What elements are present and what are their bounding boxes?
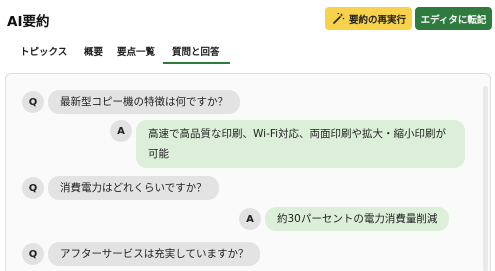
- copy-to-editor-button[interactable]: エディタに転記: [415, 7, 492, 30]
- tab-bar: トピックス 概要 要点一覧 質問と回答: [0, 38, 495, 64]
- magic-wand-icon: [332, 12, 345, 25]
- question-marker: Q: [22, 243, 44, 265]
- vertical-scrollbar[interactable]: [483, 86, 488, 271]
- question-marker: Q: [22, 91, 44, 113]
- tab-qa[interactable]: 質問と回答: [172, 44, 220, 58]
- question-bubble: 消費電力はどれくらいですか？: [48, 176, 219, 200]
- question-bubble: 最新型コピー機の特徴は何ですか？: [48, 90, 240, 114]
- answer-bubble: 約30パーセントの電力消費量削減: [265, 207, 450, 231]
- tab-topics[interactable]: トピックス: [20, 44, 67, 58]
- answer-bubble: 高速で高品質な印刷、Wi-Fi対応、両面印刷や拡大・縮小印刷が可能: [136, 120, 465, 168]
- rerun-summary-button[interactable]: 要約の再実行: [325, 7, 412, 30]
- qa-panel: Q 最新型コピー機の特徴は何ですか？ A 高速で高品質な印刷、Wi-Fi対応、両…: [5, 73, 491, 271]
- question-bubble: アフターサービスは充実していますか？: [48, 242, 261, 266]
- header: AI要約 要約の再実行 エディタに転記: [0, 0, 495, 36]
- rerun-summary-label: 要約の再実行: [349, 14, 407, 26]
- question-marker: Q: [22, 177, 44, 199]
- tab-key-points[interactable]: 要点一覧: [117, 44, 155, 58]
- active-tab-indicator: [163, 62, 230, 64]
- answer-marker: A: [110, 120, 132, 142]
- answer-marker: A: [239, 208, 261, 230]
- page-title: AI要約: [7, 14, 50, 30]
- tab-overview[interactable]: 概要: [84, 44, 103, 58]
